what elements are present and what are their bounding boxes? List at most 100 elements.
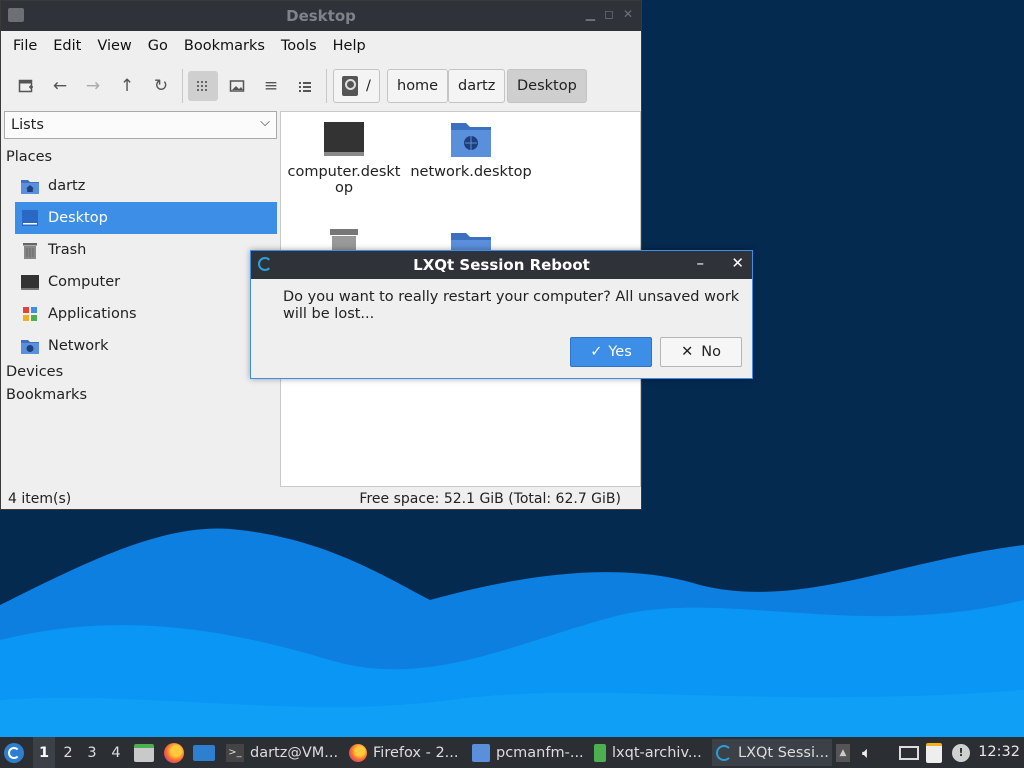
- no-button-label: No: [701, 344, 721, 360]
- task-pcmanfm[interactable]: pcmanfm-...: [468, 739, 586, 766]
- dialog-titlebar[interactable]: LXQt Session Reboot – ✕: [251, 251, 752, 279]
- sidebar-item-label: Network: [48, 338, 109, 354]
- path-root-label: /: [366, 78, 371, 94]
- computer-icon: [324, 122, 364, 156]
- toolbar: ← → ↑ ↻ ≡ / home dartz Desktop: [1, 61, 641, 109]
- task-label: LXQt Sessi...: [738, 744, 829, 761]
- task-label: lxqt-archiv...: [612, 744, 702, 761]
- quicklaunch-show-desktop[interactable]: [193, 737, 215, 768]
- check-icon: ✓: [590, 344, 603, 360]
- firefox-icon: [164, 742, 184, 763]
- update-notification-icon: !: [952, 743, 970, 762]
- dialog-minimize-button[interactable]: –: [697, 254, 705, 272]
- menu-go[interactable]: Go: [140, 38, 176, 54]
- detailed-view-button[interactable]: [290, 71, 320, 101]
- show-desktop-icon: [193, 744, 215, 761]
- reload-button[interactable]: ↻: [146, 71, 176, 101]
- forward-button[interactable]: →: [78, 71, 108, 101]
- sidebar-item-label: Computer: [48, 274, 121, 290]
- lxqt-menu-icon: [4, 742, 24, 763]
- dialog-message: Do you want to really restart your compu…: [283, 289, 740, 322]
- archive-icon: [594, 743, 606, 762]
- file-item[interactable]: computer.desktop: [282, 120, 406, 196]
- compact-view-button[interactable]: ≡: [256, 71, 286, 101]
- toolbar-separator: [182, 69, 183, 103]
- file-name: network.desktop: [410, 164, 532, 180]
- minimize-button[interactable]: ▁: [586, 7, 595, 21]
- terminal-icon: >_: [226, 743, 244, 762]
- dialog-title: LXQt Session Reboot: [413, 256, 590, 274]
- tray-updates[interactable]: !: [952, 737, 970, 768]
- window-title: Desktop: [286, 7, 356, 25]
- desktop-switch-3[interactable]: 3: [81, 737, 103, 768]
- sidebar-item-applications[interactable]: Applications: [15, 298, 277, 330]
- no-button[interactable]: ✕ No: [660, 337, 742, 367]
- task-label: dartz@VM...: [250, 744, 339, 761]
- menu-view[interactable]: View: [89, 38, 139, 54]
- menu-tools[interactable]: Tools: [273, 38, 325, 54]
- status-free-space: Free space: 52.1 GiB (Total: 62.7 GiB): [359, 491, 621, 507]
- section-devices[interactable]: Devices: [6, 364, 63, 380]
- file-item[interactable]: network.desktop: [409, 120, 533, 180]
- up-button[interactable]: ↑: [112, 71, 142, 101]
- task-terminal[interactable]: >_ dartz@VM...: [222, 739, 340, 766]
- tray-network[interactable]: [899, 737, 919, 768]
- tray-scroll-button[interactable]: ▲: [836, 737, 850, 768]
- desktop-switch-4[interactable]: 4: [105, 737, 127, 768]
- close-button[interactable]: ✕: [623, 7, 633, 21]
- icon-view-button[interactable]: [188, 71, 218, 101]
- folder-icon: [472, 743, 490, 762]
- clock[interactable]: 12:32: [978, 744, 1020, 760]
- network-wired-icon: [899, 745, 919, 760]
- menu-bookmarks[interactable]: Bookmarks: [176, 38, 273, 54]
- menu-file[interactable]: File: [5, 38, 45, 54]
- back-button[interactable]: ←: [45, 71, 75, 101]
- sidebar-item-computer[interactable]: Computer: [15, 266, 277, 298]
- desktop-icon: [20, 208, 40, 228]
- quicklaunch-file-manager[interactable]: [134, 737, 154, 768]
- breadcrumb-home[interactable]: home: [387, 69, 449, 103]
- side-pane-mode-value: Lists: [11, 117, 44, 133]
- arrow-right-icon: →: [85, 76, 101, 96]
- menu-bar: File Edit View Go Bookmarks Tools Help: [1, 31, 641, 61]
- toolbar-separator: [326, 69, 327, 103]
- sidebar-item-network[interactable]: Network: [15, 330, 277, 362]
- thumbnail-view-button[interactable]: [222, 71, 252, 101]
- task-firefox[interactable]: Firefox - 2...: [345, 739, 463, 766]
- dialog-close-button[interactable]: ✕: [731, 254, 744, 272]
- tray-clipboard[interactable]: [926, 737, 942, 768]
- computer-icon: [20, 272, 40, 292]
- sidebar-item-desktop[interactable]: Desktop: [15, 202, 277, 234]
- new-tab-button[interactable]: [11, 71, 41, 101]
- sidebar-item-label: Applications: [48, 306, 137, 322]
- desktop-switch-2[interactable]: 2: [57, 737, 79, 768]
- new-tab-icon: [18, 79, 33, 93]
- close-icon: ✕: [681, 344, 694, 360]
- list-compact-icon: ≡: [263, 76, 279, 96]
- section-places[interactable]: Places: [6, 149, 52, 165]
- desktop-switch-1[interactable]: 1: [33, 737, 55, 768]
- lxqt-icon: [716, 744, 732, 761]
- breadcrumb-dartz[interactable]: dartz: [448, 69, 506, 103]
- maximize-button[interactable]: ◻: [604, 7, 614, 21]
- window-titlebar[interactable]: Desktop ▁ ◻ ✕: [1, 1, 641, 31]
- status-item-count: 4 item(s): [8, 491, 72, 507]
- arrow-up-icon: ↑: [119, 76, 135, 96]
- yes-button[interactable]: ✓ Yes: [570, 337, 652, 367]
- task-lxqt-archiver[interactable]: lxqt-archiv...: [590, 739, 708, 766]
- taskbar: 1 2 3 4 >_ dartz@VM... Firefox - 2... pc…: [0, 737, 1024, 768]
- menu-help[interactable]: Help: [325, 38, 374, 54]
- section-bookmarks[interactable]: Bookmarks: [6, 387, 87, 403]
- tray-volume[interactable]: 🔈︎: [862, 737, 872, 768]
- path-root-button[interactable]: /: [333, 69, 380, 103]
- breadcrumb-desktop[interactable]: Desktop: [507, 69, 587, 103]
- chevron-down-icon: ⌵: [260, 115, 270, 130]
- task-lxqt-session[interactable]: LXQt Sessi...: [712, 739, 832, 766]
- sidebar-item-dartz[interactable]: dartz: [15, 170, 277, 202]
- sidebar-item-trash[interactable]: Trash: [15, 234, 277, 266]
- quicklaunch-firefox[interactable]: [164, 737, 184, 768]
- task-label: Firefox - 2...: [373, 744, 459, 761]
- side-pane-mode-select[interactable]: Lists ⌵: [4, 111, 277, 139]
- menu-edit[interactable]: Edit: [45, 38, 89, 54]
- main-menu-button[interactable]: [4, 737, 24, 768]
